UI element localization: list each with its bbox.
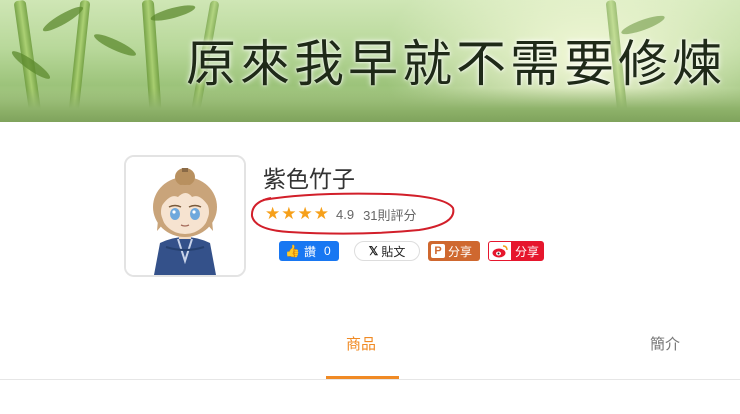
banner-title: 原來我早就不需要修煉: [186, 35, 726, 93]
star-icon: ★: [297, 204, 313, 224]
tab-divider: [0, 379, 740, 380]
bamboo-leaf: [92, 30, 138, 60]
x-post-button[interactable]: 𝕏 貼文: [354, 241, 420, 261]
star-icon: ★: [265, 204, 281, 224]
rating-count[interactable]: 31則評分: [363, 205, 416, 224]
star-icon: ★: [281, 204, 297, 224]
rating-value: 4.9: [336, 206, 355, 222]
facebook-like-button[interactable]: 👍 讚 0: [279, 241, 339, 261]
x-post-label: 貼文: [381, 244, 406, 259]
facebook-like-label: 讚: [303, 244, 316, 259]
weibo-share-button[interactable]: 分享: [488, 241, 544, 261]
weibo-icon: [489, 242, 511, 260]
store-name: 紫色竹子: [263, 166, 355, 192]
star-icon: ★: [313, 204, 329, 224]
plurk-share-label: 分享: [448, 244, 473, 259]
rating-row: ★ ★ ★ ★ 4.9 31則評分: [265, 204, 417, 224]
tab-products[interactable]: 商品: [346, 335, 376, 355]
x-logo-icon: 𝕏: [368, 244, 379, 258]
rating-stars: ★ ★ ★ ★: [265, 204, 329, 224]
weibo-share-label: 分享: [515, 244, 540, 259]
plurk-icon: P: [431, 244, 445, 258]
avatar-illustration: [126, 157, 244, 275]
avatar[interactable]: [124, 155, 246, 277]
banner: 原來我早就不需要修煉: [0, 0, 740, 122]
bamboo-leaf: [149, 2, 197, 24]
plurk-share-button[interactable]: P 分享: [428, 241, 480, 261]
tab-intro[interactable]: 簡介: [650, 335, 680, 355]
facebook-like-count: 0: [323, 244, 331, 258]
thumbs-up-icon: 👍: [285, 244, 300, 258]
